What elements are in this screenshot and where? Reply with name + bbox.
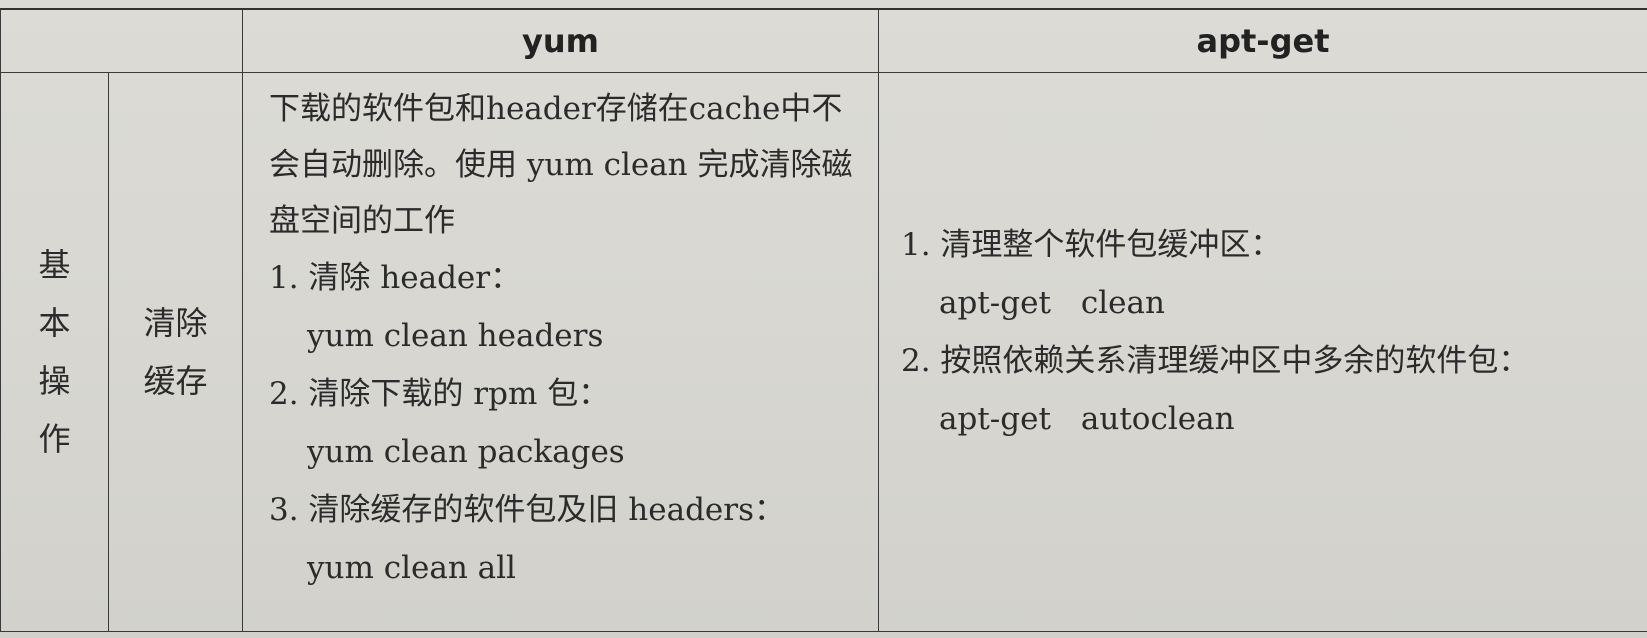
apt-command: apt-get clean <box>901 274 1637 332</box>
apt-command-name: apt-get <box>939 285 1051 321</box>
yum-command: yum clean all <box>307 550 516 586</box>
subcategory-cell: 清除 缓存 <box>108 72 243 632</box>
apt-command-name: apt-get <box>939 401 1051 437</box>
comparison-table: yum apt-get 基 本 操 作 清除 缓存 下载的软件包和header存… <box>0 8 1647 632</box>
category-char: 本 <box>38 304 71 342</box>
yum-command: yum clean packages <box>307 434 625 470</box>
yum-item-label: 3. 清除缓存的软件包及旧 headers： <box>269 492 785 528</box>
page: yum apt-get 基 本 操 作 清除 缓存 下载的软件包和header存… <box>0 0 1647 638</box>
yum-cell: 下载的软件包和header存储在cache中不会自动删除。使用 yum clea… <box>242 72 879 632</box>
yum-command: yum clean headers <box>307 318 604 354</box>
category-char: 操 <box>38 362 71 400</box>
yum-description: 下载的软件包和header存储在cache中不会自动删除。使用 yum clea… <box>269 91 853 239</box>
apt-item-label: 1. 清理整个软件包缓冲区： <box>901 227 1282 263</box>
header-blank-cell <box>0 9 243 73</box>
header-yum: yum <box>242 8 879 73</box>
subcategory-line: 清除 <box>143 304 208 342</box>
apt-get-cell: 1. 清理整个软件包缓冲区： apt-get clean 2. 按照依赖关系清理缓… <box>878 72 1647 632</box>
apt-command: apt-get autoclean <box>901 390 1637 448</box>
yum-item-label: 1. 清除 header： <box>269 260 522 296</box>
apt-item-label: 2. 按照依赖关系清理缓冲区中多余的软件包： <box>901 343 1530 379</box>
header-apt-get: apt-get <box>878 8 1647 73</box>
apt-command-arg: autoclean <box>1080 401 1235 437</box>
yum-item-label: 2. 清除下载的 rpm 包： <box>269 376 610 412</box>
subcategory-line: 缓存 <box>143 362 208 400</box>
table-row: 基 本 操 作 清除 缓存 下载的软件包和header存储在cache中不会自动… <box>0 72 1647 632</box>
category-cell: 基 本 操 作 <box>0 72 109 632</box>
table-header-row: yum apt-get <box>0 8 1647 73</box>
category-char: 基 <box>38 246 71 284</box>
category-char: 作 <box>38 420 71 458</box>
apt-command-arg: clean <box>1080 285 1165 321</box>
